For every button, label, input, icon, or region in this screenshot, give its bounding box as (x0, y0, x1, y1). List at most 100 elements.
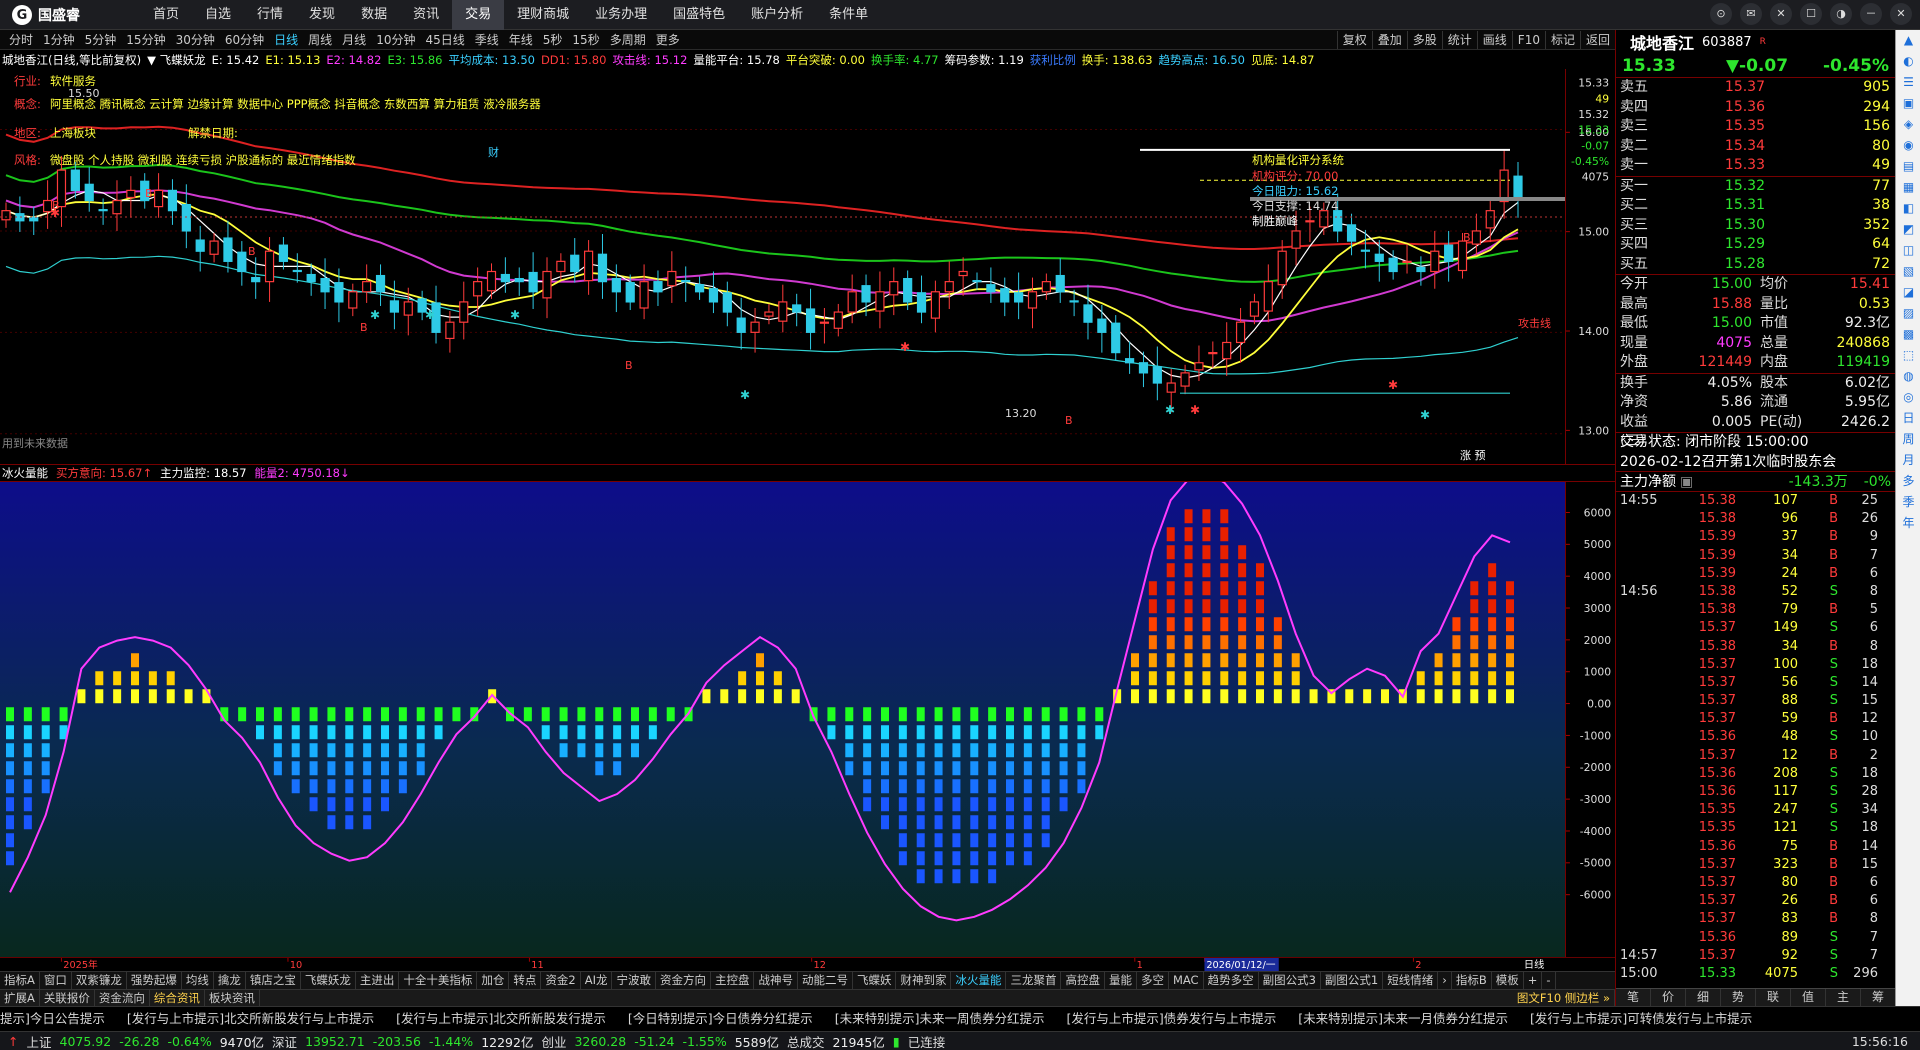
sidebar-icon-15[interactable]: ⬚ (1896, 345, 1920, 366)
sidebar-icon-7[interactable]: ▦ (1896, 177, 1920, 198)
quote-tab-4[interactable]: 联 (1756, 989, 1791, 1006)
indicator-tab-34[interactable]: + (1524, 972, 1543, 989)
indicator-tab-25[interactable]: 多空 (1137, 972, 1169, 989)
quote-tab-7[interactable]: 筹 (1861, 989, 1896, 1006)
tool-button-2[interactable]: 多股 (1406, 30, 1442, 49)
menu-item-10[interactable]: 账户分析 (738, 0, 816, 30)
indicator-tab-15[interactable]: 资金方向 (656, 972, 711, 989)
tool-button-5[interactable]: F10 (1511, 30, 1545, 49)
menu-item-0[interactable]: 首页 (140, 0, 192, 30)
sidebar-icon-17[interactable]: ◎ (1896, 387, 1920, 408)
indicator-tab-13[interactable]: AI龙 (581, 972, 613, 989)
kline-chart[interactable]: 行业: 软件服务概念: 阿里概念 腾讯概念 云计算 边缘计算 数据中心 PPP概念 … (0, 69, 1565, 464)
indicator-tab-35[interactable]: - (1542, 972, 1556, 989)
indicator-tab-9[interactable]: 十全十美指标 (399, 972, 478, 989)
menu-item-7[interactable]: 理财商城 (504, 0, 582, 30)
bottom-tab-3[interactable]: 综合资讯 (150, 990, 205, 1006)
sidebar-icon-23[interactable]: 年 (1896, 513, 1920, 534)
indicator-tab-19[interactable]: 飞蝶妖 (853, 972, 897, 989)
indicator-tab-3[interactable]: 强势起爆 (127, 972, 182, 989)
indicator-tab-27[interactable]: 趋势多空 (1204, 972, 1259, 989)
indicator-tab-2[interactable]: 双紫镰龙 (72, 972, 127, 989)
menu-item-2[interactable]: 行情 (244, 0, 296, 30)
menu-item-1[interactable]: 自选 (192, 0, 244, 30)
window-button-icon-2[interactable]: ✕ (1770, 3, 1792, 25)
tool-button-6[interactable]: 标记 (1544, 30, 1580, 49)
ticker-item[interactable]: 提示]今日公告提示 (0, 1007, 127, 1031)
period-tab-3[interactable]: 15分钟 (121, 30, 170, 50)
sidebar-icon-4[interactable]: ◈ (1896, 114, 1920, 135)
indicator-tab-1[interactable]: 窗口 (40, 972, 72, 989)
indicator-tab-26[interactable]: MAC (1169, 972, 1204, 989)
period-tab-1[interactable]: 1分钟 (38, 30, 80, 50)
indicator-tab-33[interactable]: 模板 (1492, 972, 1524, 989)
sidebar-icon-20[interactable]: 月 (1896, 450, 1920, 471)
menu-item-11[interactable]: 条件单 (816, 0, 881, 30)
tool-button-1[interactable]: 叠加 (1371, 30, 1407, 49)
sidebar-icon-5[interactable]: ◉ (1896, 135, 1920, 156)
sidebar-icon-0[interactable]: ▲ (1896, 30, 1920, 51)
sidebar-icon-13[interactable]: ▨ (1896, 303, 1920, 324)
indicator-tab-8[interactable]: 主进出 (356, 972, 400, 989)
period-tab-2[interactable]: 5分钟 (80, 30, 122, 50)
period-tab-16[interactable]: 更多 (651, 30, 685, 50)
period-tab-11[interactable]: 季线 (470, 30, 504, 50)
menu-item-8[interactable]: 业务办理 (582, 0, 660, 30)
ticker-item[interactable]: [未来特别提示]未来一周债券分红提示 (835, 1007, 1067, 1031)
window-button-icon-6[interactable]: ✕ (1890, 3, 1912, 25)
indicator-tab-4[interactable]: 均线 (182, 972, 214, 989)
quote-tab-1[interactable]: 价 (1651, 989, 1686, 1006)
window-button-icon-3[interactable]: ☐ (1800, 3, 1822, 25)
bottom-tab-1[interactable]: 关联报价 (40, 990, 95, 1006)
f10-sidebar-link[interactable]: 图文F10 侧边栏 » (1513, 990, 1615, 1006)
indicator-tab-18[interactable]: 动能二号 (798, 972, 853, 989)
sidebar-icon-6[interactable]: ▤ (1896, 156, 1920, 177)
ticker-item[interactable]: [未来特别提示]未来一月债券分红提示 (1298, 1007, 1530, 1031)
ticker-item[interactable]: [今日特别提示]今日债券分红提示 (628, 1007, 835, 1031)
period-tab-9[interactable]: 10分钟 (371, 30, 420, 50)
sidebar-icon-11[interactable]: ▧ (1896, 261, 1920, 282)
sidebar-icon-3[interactable]: ▣ (1896, 93, 1920, 114)
indicator-tab-29[interactable]: 副图公式1 (1321, 972, 1384, 989)
indicator-tab-0[interactable]: 指标A (0, 972, 40, 989)
ticker-item[interactable]: [发行与上市提示]债券发行与上市提示 (1066, 1007, 1298, 1031)
indicator-tab-32[interactable]: 指标B (1452, 972, 1492, 989)
indicator-tab-17[interactable]: 战神号 (754, 972, 798, 989)
quote-tab-6[interactable]: 主 (1826, 989, 1861, 1006)
indicator-tab-12[interactable]: 资金2 (541, 972, 581, 989)
indicator-tab-10[interactable]: 加仓 (477, 972, 510, 989)
window-button-icon-4[interactable]: ◑ (1830, 3, 1852, 25)
sidebar-icon-22[interactable]: 季 (1896, 492, 1920, 513)
period-tab-14[interactable]: 15秒 (567, 30, 604, 50)
period-tab-8[interactable]: 月线 (337, 30, 371, 50)
indicator-tab-23[interactable]: 高控盘 (1061, 972, 1105, 989)
sidebar-icon-8[interactable]: ◧ (1896, 198, 1920, 219)
volume-energy-chart[interactable] (0, 482, 1565, 957)
sidebar-icon-9[interactable]: ◩ (1896, 219, 1920, 240)
sidebar-icon-16[interactable]: ◍ (1896, 366, 1920, 387)
indicator-tab-14[interactable]: 宁波敢 (612, 972, 656, 989)
indicator-tab-24[interactable]: 量能 (1105, 972, 1137, 989)
meeting-notice[interactable]: 2026-02-12召开第1次临时股东会 (1616, 453, 1895, 472)
sidebar-icon-19[interactable]: 周 (1896, 429, 1920, 450)
menu-item-3[interactable]: 发现 (296, 0, 348, 30)
bottom-tab-4[interactable]: 板块资讯 (205, 990, 260, 1006)
window-button-icon-5[interactable]: － (1860, 3, 1882, 25)
period-tab-4[interactable]: 30分钟 (171, 30, 220, 50)
period-tab-0[interactable]: 分时 (4, 30, 38, 50)
period-tab-6[interactable]: 日线 (269, 30, 303, 50)
quote-tab-2[interactable]: 细 (1686, 989, 1721, 1006)
indicator-tab-16[interactable]: 主控盘 (711, 972, 755, 989)
ticker-item[interactable]: [发行与上市提示]可转债发行与上市提示 (1530, 1007, 1774, 1031)
tool-button-3[interactable]: 统计 (1441, 30, 1477, 49)
sidebar-icon-21[interactable]: 多 (1896, 471, 1920, 492)
sidebar-icon-2[interactable]: ☰ (1896, 72, 1920, 93)
indicator-tab-20[interactable]: 财神到家 (896, 972, 952, 989)
period-tab-7[interactable]: 周线 (303, 30, 337, 50)
menu-item-4[interactable]: 数据 (348, 0, 400, 30)
window-button-icon-1[interactable]: ✉ (1740, 3, 1762, 25)
tool-button-4[interactable]: 画线 (1476, 30, 1512, 49)
period-tab-15[interactable]: 多周期 (605, 30, 651, 50)
indicator-tab-7[interactable]: 飞蝶妖龙 (301, 972, 356, 989)
indicator-tab-11[interactable]: 转点 (509, 972, 542, 989)
